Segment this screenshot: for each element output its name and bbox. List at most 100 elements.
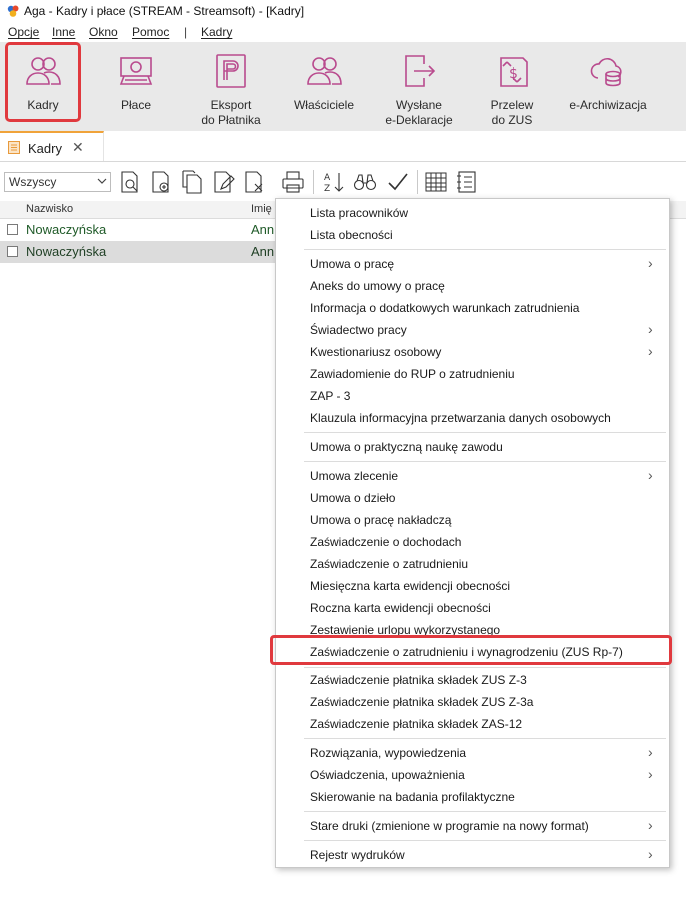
menu-item-umowa-o-prace[interactable]: Umowa o pracę › [276,253,669,275]
toolbar-separator [313,170,314,194]
submenu-arrow-icon: › [648,255,653,271]
submenu-arrow-icon: › [648,744,653,760]
grid-icon[interactable] [424,170,448,194]
rp7-highlight-box [270,635,672,665]
menu-item-swiadectwo-pracy[interactable]: Świadectwo pracy › [276,319,669,341]
edit-doc-icon[interactable] [211,170,235,194]
preview-doc-icon[interactable] [118,170,142,194]
menu-item-label: Świadectwo pracy [310,323,407,337]
menu-item-rozwiazania[interactable]: Rozwiązania, wypowiedzenia › [276,742,669,764]
sort-az-icon[interactable]: A Z [322,170,346,194]
menu-item-zap3[interactable]: ZAP - 3 [276,385,669,407]
menu-item-miesieczna-karta[interactable]: Miesięczna karta ewidencji obecności [276,575,669,597]
filter-select[interactable]: Wszyscy [4,172,111,192]
submenu-arrow-icon: › [648,766,653,782]
ribbon-eksport-button[interactable]: Eksport do Płatnika [190,42,272,131]
binoculars-icon[interactable] [353,170,377,194]
table-row[interactable]: Nowaczyńska Ann [0,219,280,241]
add-doc-icon[interactable] [149,170,173,194]
menu-opcje[interactable]: Opcje [8,25,39,39]
svg-text:$: $ [509,66,518,82]
ribbon-przelew-label: Przelew do ZUS [490,98,534,127]
menu-separator [304,667,666,668]
menu-item-umowa-zlecenie[interactable]: Umowa zlecenie › [276,465,669,487]
ribbon-eksport-label: Eksport do Płatnika [201,98,261,127]
menu-item-skierowanie[interactable]: Skierowanie na badania profilaktyczne [276,786,669,808]
menu-item-zus-z3a[interactable]: Zaświadczenie płatnika składek ZUS Z-3a [276,691,669,713]
menu-okno[interactable]: Okno [89,25,118,39]
menu-item-label: Zaświadczenie płatnika składek ZAS-12 [310,717,523,731]
svg-text:Z: Z [324,184,330,194]
menu-pomoc[interactable]: Pomoc [132,25,169,39]
copy-doc-icon[interactable] [180,170,204,194]
menu-separator [304,811,666,812]
menu-bar: Opcje Inne Okno Pomoc | Kadry [0,22,686,42]
menu-item-stare-druki[interactable]: Stare druki (zmienione w programie na no… [276,815,669,837]
menu-item-label: Lista pracowników [310,206,409,220]
menu-item-label: Umowa o pracę [310,257,395,271]
menu-item-roczna-karta[interactable]: Roczna karta ewidencji obecności [276,597,669,619]
ribbon-place-button[interactable]: Płace [100,42,172,131]
menu-inne[interactable]: Inne [52,25,75,39]
cell-nazwisko: Nowaczyńska [26,244,107,259]
menu-kadry[interactable]: Kadry [201,25,232,39]
menu-item-zaswiadczenie-dochody[interactable]: Zaświadczenie o dochodach [276,531,669,553]
chevron-down-icon [97,178,107,184]
menu-item-zaswiadczenie-zatrudnienie[interactable]: Zaświadczenie o zatrudnieniu [276,553,669,575]
menu-item-zus-z3[interactable]: Zaświadczenie płatnika składek ZUS Z-3 [276,669,669,691]
close-icon[interactable]: ✕ [72,139,84,156]
cell-nazwisko: Nowaczyńska [26,222,107,237]
submenu-arrow-icon: › [648,467,653,483]
delete-doc-icon[interactable] [242,170,266,194]
menu-item-oswiadczenia[interactable]: Oświadczenia, upoważnienia › [276,764,669,786]
submenu-arrow-icon: › [648,321,653,337]
menu-separator [304,840,666,841]
menu-item-lista-obecnosci[interactable]: Lista obecności [276,224,669,246]
list-settings-icon[interactable] [455,170,479,194]
row-checkbox[interactable] [7,224,18,235]
print-icon[interactable] [281,170,305,194]
toolbar: Wszyscy A Z [0,166,686,198]
menu-item-lista-pracownikow[interactable]: Lista pracowników [276,202,669,224]
menu-item-label: Lista obecności [310,228,393,242]
column-header-imie[interactable]: Imię [251,203,272,215]
toolbar-separator [417,170,418,194]
menu-item-umowa-o-dzielo[interactable]: Umowa o dzieło [276,487,669,509]
submenu-arrow-icon: › [648,846,653,862]
menu-item-aneks[interactable]: Aneks do umowy o pracę [276,275,669,297]
money-icon [119,57,153,85]
menu-item-klauzula[interactable]: Klauzula informacyjna przetwarzania dany… [276,407,669,429]
menu-item-label: Zaświadczenie płatnika składek ZUS Z-3 [310,673,527,687]
menu-item-zawiadomienie-rup[interactable]: Zawiadomienie do RUP o zatrudnieniu [276,363,669,385]
menu-separator [304,432,666,433]
cell-imie: Ann [251,244,275,259]
ribbon-przelew-button[interactable]: $ Przelew do ZUS [474,42,550,131]
column-header-nazwisko[interactable]: Nazwisko [26,203,73,215]
menu-item-label: Rozwiązania, wypowiedzenia [310,746,467,760]
menu-item-praca-nakladcza[interactable]: Umowa o pracę nakładczą [276,509,669,531]
menu-item-label: Zawiadomienie do RUP o zatrudnieniu [310,367,515,381]
table-row-selected[interactable]: Nowaczyńska Ann [0,241,280,263]
ribbon-earchiwizacja-button[interactable]: e-Archiwizacja [562,42,654,131]
menu-item-label: Skierowanie na badania profilaktyczne [310,790,515,804]
ribbon: Kadry Płace Eksport do Płatnika Właścici… [0,42,686,132]
tab-kadry[interactable]: Kadry ✕ [0,131,104,161]
svg-text:A: A [324,173,331,183]
ribbon-edeklaracje-button[interactable]: Wysłane e-Deklaracje [378,42,460,131]
menu-item-zas12[interactable]: Zaświadczenie płatnika składek ZAS-12 [276,713,669,735]
menu-item-label: Oświadczenia, upoważnienia [310,768,465,782]
ribbon-wlasciciele-button[interactable]: Właściciele [288,42,360,131]
submenu-arrow-icon: › [648,817,653,833]
row-checkbox[interactable] [7,246,18,257]
menu-item-label: Umowa zlecenie [310,469,399,483]
menu-item-kwestionariusz[interactable]: Kwestionariusz osobowy › [276,341,669,363]
menu-item-rejestr-wydrukow[interactable]: Rejestr wydruków › [276,844,669,866]
menu-item-informacja-warunki[interactable]: Informacja o dodatkowych warunkach zatru… [276,297,669,319]
menu-item-label: ZAP - 3 [310,389,351,403]
menu-separator [304,738,666,739]
menu-item-label: Roczna karta ewidencji obecności [310,601,491,615]
menu-item-label: Miesięczna karta ewidencji obecności [310,579,511,593]
cell-imie: Ann [251,222,275,237]
check-icon[interactable] [386,170,410,194]
menu-item-praktyczna-nauka[interactable]: Umowa o praktyczną naukę zawodu [276,436,669,458]
